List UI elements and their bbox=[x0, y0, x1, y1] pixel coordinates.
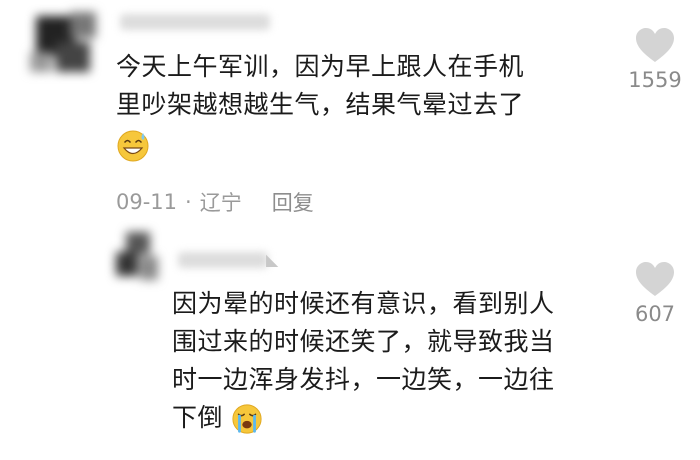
like-count: 607 bbox=[634, 302, 676, 326]
comment-text: 今天上午军训，因为早上跟人在手机 里吵架越想越生气，结果气晕过去了 bbox=[116, 48, 524, 166]
comment-location: 辽宁 bbox=[199, 191, 242, 215]
heart-icon bbox=[636, 28, 674, 62]
comment-line-text: 下倒 bbox=[172, 403, 224, 432]
like-button[interactable]: 607 bbox=[615, 262, 695, 326]
grinning-sweat-emoji bbox=[117, 130, 149, 162]
loudly-crying-emoji bbox=[232, 404, 263, 434]
heart-icon bbox=[636, 262, 674, 296]
reply-button[interactable]: 回复 bbox=[272, 187, 314, 217]
comment-line: 下倒 bbox=[172, 399, 555, 437]
comment-meta: 09-11 · 辽宁 回复 bbox=[116, 187, 314, 217]
avatar[interactable] bbox=[112, 232, 162, 286]
like-count: 1559 bbox=[628, 68, 682, 92]
comment-line: 今天上午军训，因为早上跟人在手机 bbox=[116, 52, 525, 81]
comment-line: 围过来的时候还笑了，就导致我当 bbox=[172, 327, 555, 356]
comment-text: 因为晕的时候还有意识，看到别人 围过来的时候还笑了，就导致我当 时一边浑身发抖，… bbox=[172, 285, 555, 437]
like-button[interactable]: 1559 bbox=[615, 28, 695, 92]
username[interactable] bbox=[120, 14, 270, 30]
meta-separator: · bbox=[185, 190, 192, 214]
comment-line: 时一边浑身发抖，一边笑，一边往 bbox=[172, 365, 555, 394]
comment-date: 09-11 bbox=[116, 190, 178, 214]
username[interactable] bbox=[178, 252, 268, 268]
comment-line: 里吵架越想越生气，结果气晕过去了 bbox=[116, 90, 525, 119]
comment-line: 因为晕的时候还有意识，看到别人 bbox=[172, 289, 555, 318]
avatar[interactable] bbox=[30, 12, 102, 76]
caret-icon: ◣ bbox=[266, 250, 279, 269]
